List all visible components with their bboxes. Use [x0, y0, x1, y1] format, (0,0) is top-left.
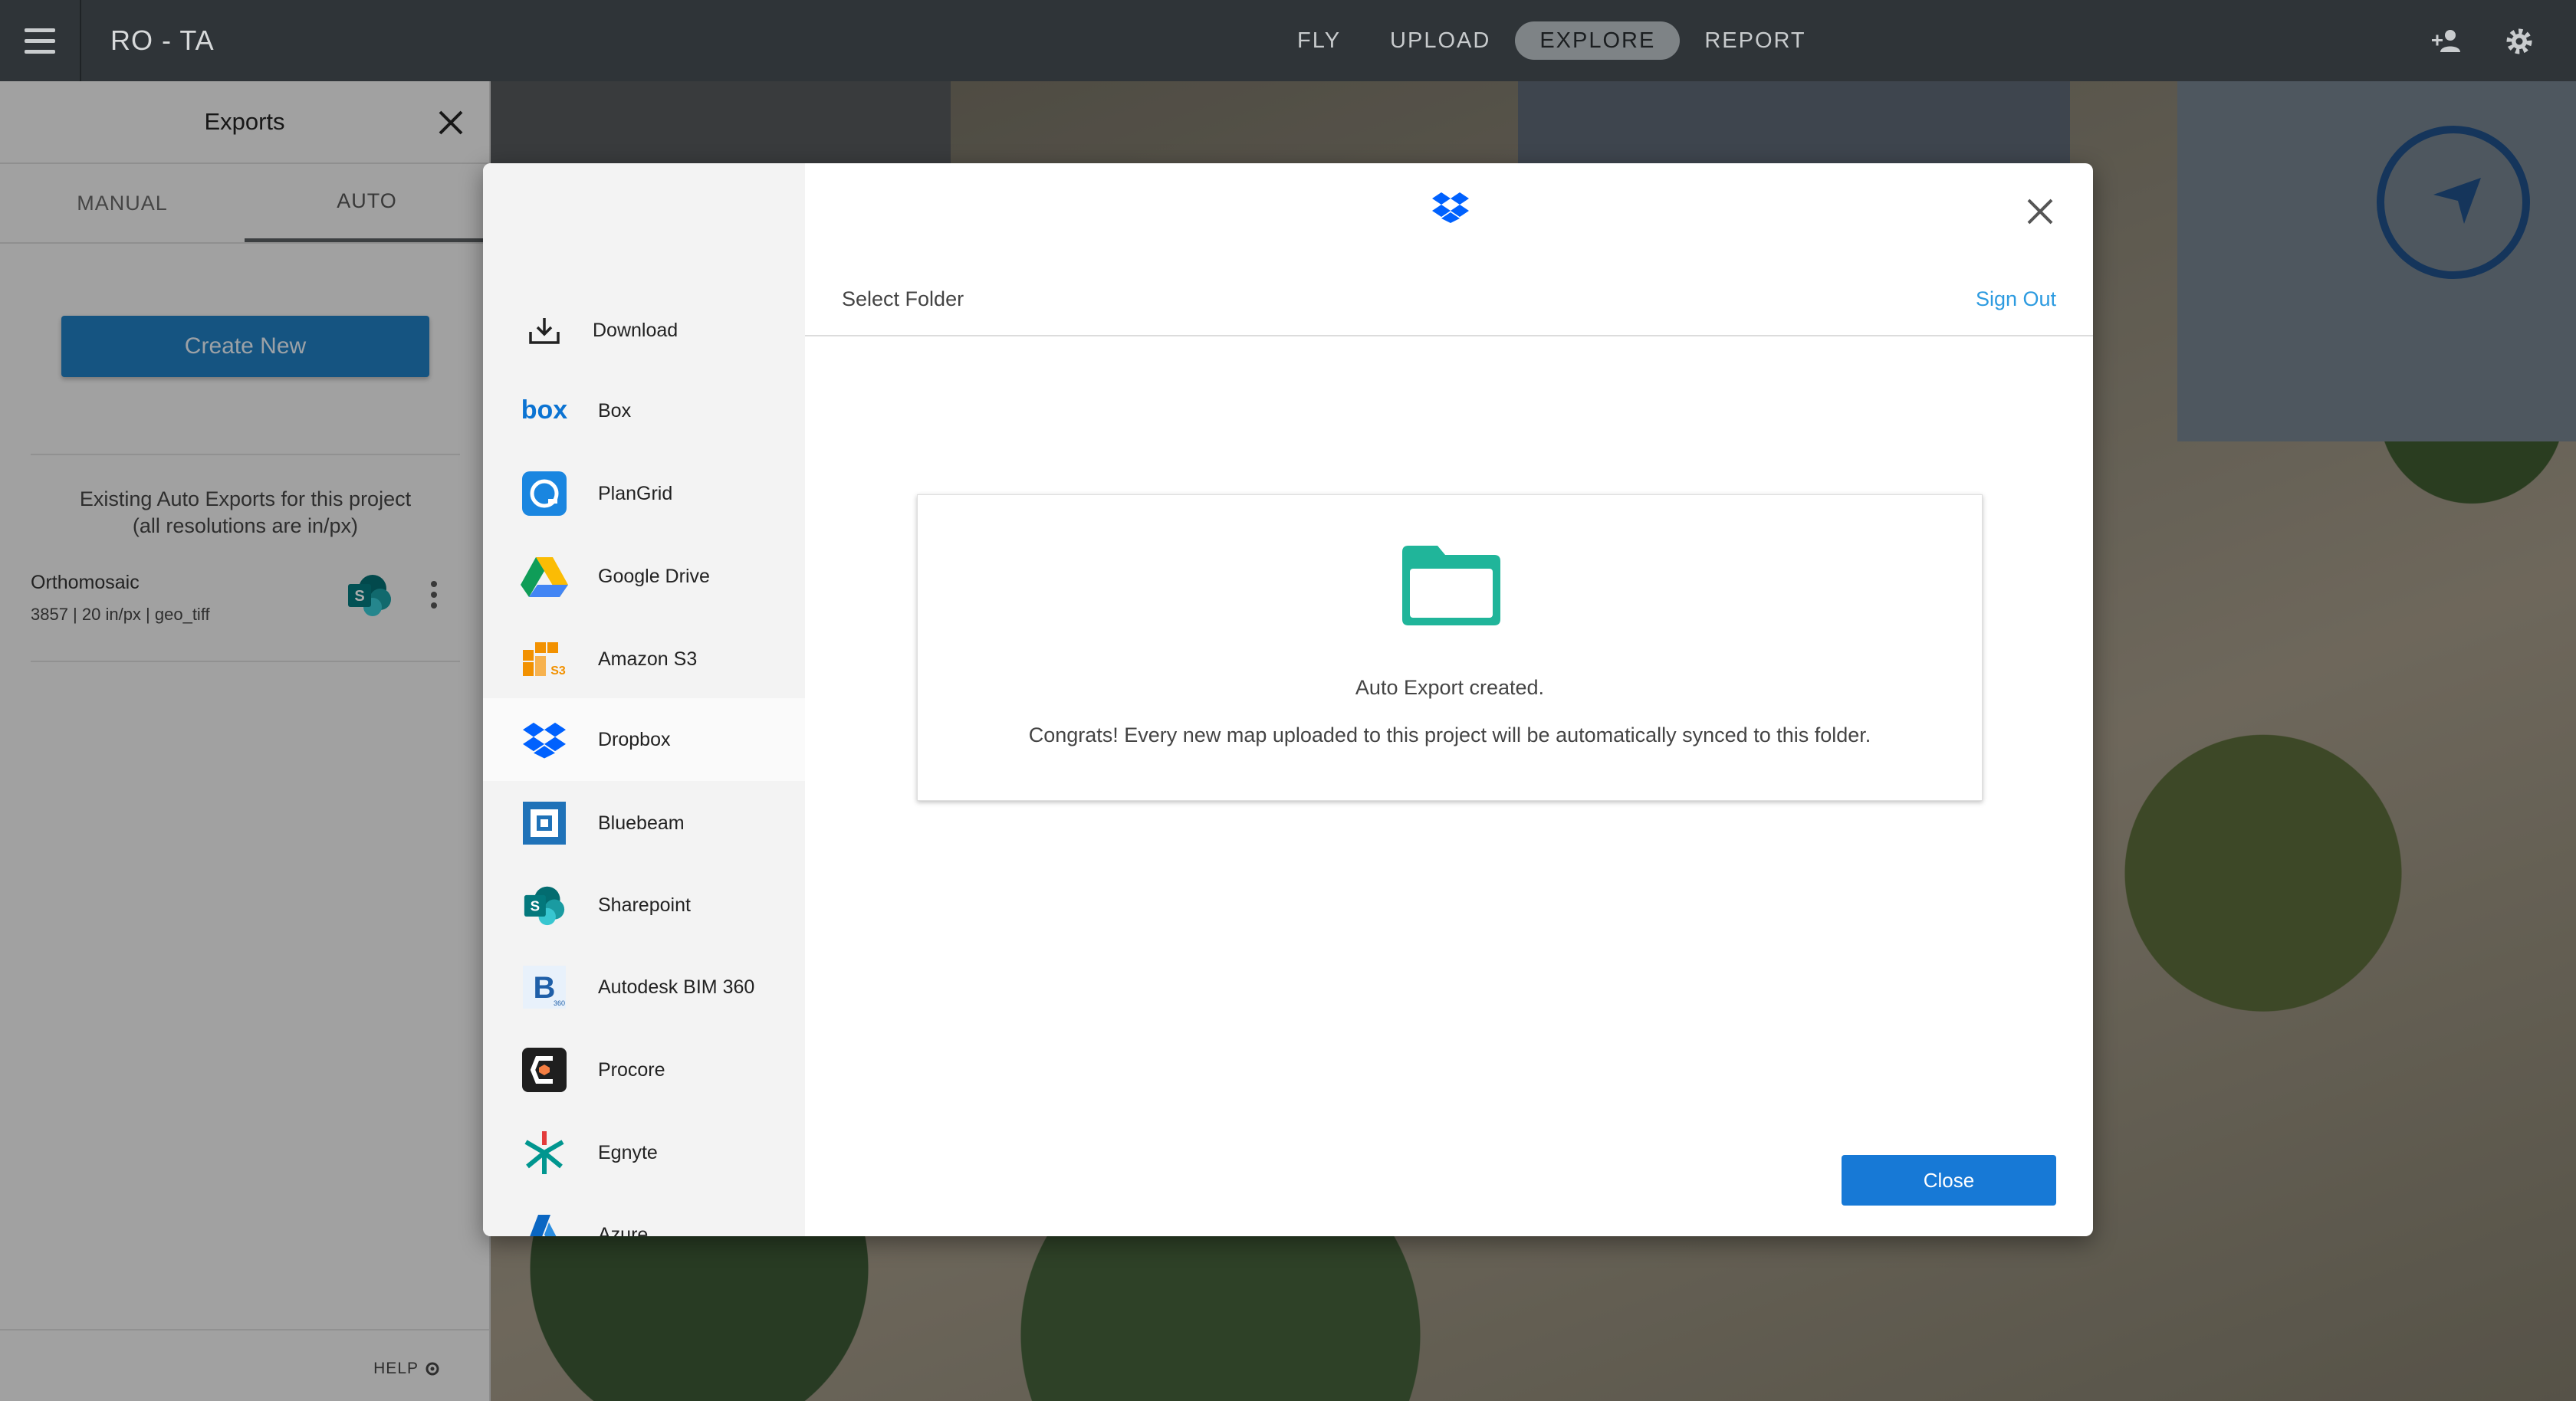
autodesk-bim360-icon: B 360 — [520, 963, 569, 1012]
success-card: Auto Export created. Congrats! Every new… — [917, 494, 1983, 801]
card-message: Congrats! Every new map uploaded to this… — [1028, 723, 1871, 746]
top-bar: RO - TA FLY UPLOAD EXPLORE REPORT — [0, 0, 2576, 81]
dropbox-icon — [520, 715, 569, 764]
download-icon — [520, 306, 569, 355]
card-title: Auto Export created. — [1355, 676, 1545, 699]
svg-text:box: box — [521, 397, 568, 425]
service-plangrid[interactable]: PlanGrid — [483, 452, 805, 535]
folder-bar: Select Folder Sign Out — [805, 264, 2093, 336]
azure-icon — [520, 1210, 569, 1236]
service-label: Bluebeam — [598, 812, 685, 834]
service-sharepoint[interactable]: S Sharepoint — [483, 864, 805, 947]
sign-out-link[interactable]: Sign Out — [1976, 287, 2056, 311]
service-label: Sharepoint — [598, 894, 691, 916]
amazon-s3-icon: S3 — [520, 635, 569, 684]
hamburger-menu-icon[interactable] — [0, 0, 81, 81]
project-title: RO - TA — [110, 25, 215, 56]
service-box[interactable]: box Box — [483, 369, 805, 452]
service-google-drive[interactable]: Google Drive — [483, 535, 805, 618]
main-nav: FLY UPLOAD EXPLORE REPORT — [1273, 21, 1831, 60]
service-dropbox[interactable]: Dropbox — [483, 698, 805, 781]
gear-icon[interactable] — [2501, 23, 2538, 60]
dropbox-icon — [1432, 192, 1469, 223]
add-user-icon[interactable] — [2429, 23, 2466, 60]
service-label: Procore — [598, 1059, 665, 1081]
service-label: Azure — [598, 1224, 649, 1236]
top-icons — [2429, 23, 2538, 60]
nav-upload[interactable]: UPLOAD — [1365, 21, 1515, 60]
folder-icon — [1402, 546, 1500, 625]
service-label: Google Drive — [598, 566, 710, 587]
modal-content: Select Folder Sign Out Auto Export creat… — [805, 163, 2093, 1236]
nav-explore[interactable]: EXPLORE — [1515, 21, 1681, 60]
close-button[interactable]: Close — [1842, 1155, 2056, 1206]
select-folder-label: Select Folder — [842, 287, 964, 310]
service-list: Download box Box PlanGrid Google Drive S3 Amaz… — [483, 163, 805, 1236]
service-label: Download — [593, 320, 678, 341]
service-egnyte[interactable]: Egnyte — [483, 1111, 805, 1194]
svg-text:B: B — [534, 971, 556, 1005]
service-amazon-s3[interactable]: S3 Amazon S3 — [483, 618, 805, 700]
box-icon: box — [520, 386, 569, 435]
svg-text:S3: S3 — [550, 664, 566, 678]
close-icon[interactable] — [2024, 195, 2056, 228]
nav-fly[interactable]: FLY — [1273, 21, 1365, 60]
sharepoint-icon: S — [520, 881, 569, 930]
svg-text:360: 360 — [554, 999, 565, 1007]
google-drive-icon — [520, 552, 569, 601]
service-label: Dropbox — [598, 729, 671, 750]
service-label: Box — [598, 400, 632, 422]
service-bluebeam[interactable]: Bluebeam — [483, 782, 805, 865]
service-procore[interactable]: Procore — [483, 1029, 805, 1111]
service-azure[interactable]: Azure — [483, 1193, 805, 1236]
service-label: Egnyte — [598, 1142, 658, 1163]
egnyte-icon — [520, 1128, 569, 1177]
plangrid-icon — [520, 469, 569, 518]
service-download[interactable]: Download — [483, 289, 805, 372]
service-autodesk-bim-360[interactable]: B 360 Autodesk BIM 360 — [483, 946, 805, 1029]
service-label: PlanGrid — [598, 483, 673, 504]
procore-icon — [520, 1045, 569, 1094]
bluebeam-icon — [520, 799, 569, 848]
service-label: Autodesk BIM 360 — [598, 976, 755, 998]
service-label: Amazon S3 — [598, 648, 698, 670]
nav-report[interactable]: REPORT — [1680, 21, 1830, 60]
svg-text:S: S — [531, 897, 540, 914]
export-destination-modal: Download box Box PlanGrid Google Drive S3 Amaz… — [483, 163, 2093, 1236]
